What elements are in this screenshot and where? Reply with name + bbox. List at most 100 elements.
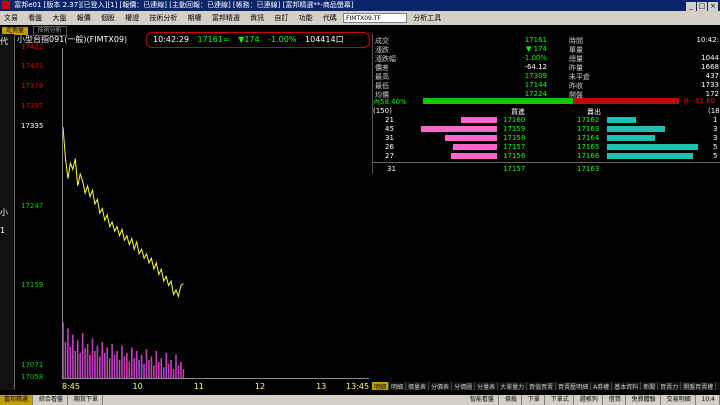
quote-left-value: -1.00% (522, 54, 547, 62)
volume-bar (72, 334, 74, 378)
maximize-icon[interactable]: □ (697, 2, 707, 11)
status-tab-futures-order[interactable]: 期貨下單 (70, 395, 103, 405)
volume-bar (64, 342, 67, 378)
quote-bottom-tab[interactable]: 買賣壓明細 (556, 382, 592, 390)
menu-item-featured[interactable]: 富邦精選 (208, 11, 244, 25)
y-tick-label: 17357 (21, 101, 44, 110)
quote-change: ▼174 (238, 35, 260, 44)
quote-bottom-tab[interactable]: A券權 (591, 382, 613, 390)
status-trial[interactable]: 免費體驗 (628, 395, 661, 405)
status-tab-featured[interactable]: 富邦精選 (0, 395, 34, 405)
volume-bar (157, 361, 160, 378)
quote-bottom-tab[interactable]: 分量表 (475, 382, 499, 390)
x-tick-label: 10 (132, 382, 143, 391)
ask-qty: 3 (713, 134, 718, 142)
menu-item-watch[interactable]: 看盤 (24, 11, 46, 25)
left-strip: 代 小 1 (0, 34, 15, 390)
minimize-icon[interactable]: _ (686, 2, 696, 11)
status-account[interactable]: 證帳列 (576, 395, 603, 405)
volume-bar (153, 365, 155, 378)
quote-bottom-tab[interactable]: 買值買賣 (527, 382, 557, 390)
status-order-type[interactable]: 下單式 (547, 395, 574, 405)
volume-bar (111, 343, 113, 378)
bid-price[interactable]: 17157 (503, 143, 525, 151)
status-trade-detail[interactable]: 交易明細 (663, 395, 696, 405)
volume-bar (106, 347, 109, 378)
menu-item-futures[interactable]: 期權 (184, 11, 206, 25)
volume-bar (89, 354, 91, 378)
quote-bottom-tab[interactable]: 明細 (372, 382, 390, 390)
volume-bar (155, 351, 158, 378)
menu-item-stock[interactable]: 個股 (97, 11, 119, 25)
x-tick-label: 12 (254, 382, 266, 391)
quote-bottom-tab[interactable]: 買賣力 (658, 382, 682, 390)
volume-bar (67, 328, 69, 378)
ask-qty: 5 (713, 143, 718, 151)
window-title: 富邦e01 [版本 2.37][已登入][1] [報價：已連線] [主動回報：已… (14, 1, 354, 9)
order-book-divider (373, 162, 720, 163)
menu-item-warrant[interactable]: 權證 (121, 11, 143, 25)
ask-price[interactable]: 17165 (577, 143, 599, 151)
menu-item-market[interactable]: 大盤 (48, 11, 70, 25)
ask-qty: 5 (713, 152, 718, 160)
quote-time: 10:42:29 (153, 35, 189, 44)
bid-price[interactable]: 17158 (503, 134, 525, 142)
status-smart[interactable]: 智能看盤 (466, 395, 500, 405)
volume-bar (160, 358, 163, 378)
price-plot[interactable] (62, 48, 369, 379)
status-order[interactable]: 下單 (524, 395, 545, 405)
quote-bottom-tab[interactable]: 基本資料 (612, 382, 642, 390)
quote-bottom-tab[interactable]: 明細 (389, 382, 407, 390)
quote-left-value: -64.12 (524, 63, 547, 71)
volume-bar (177, 365, 180, 378)
menu-item-function[interactable]: 功能 (295, 11, 317, 25)
ask-price[interactable]: 17166 (577, 152, 599, 160)
ask-price[interactable]: 17164 (577, 134, 599, 142)
volume-bar (133, 358, 136, 378)
menu-item-info[interactable]: 資訊 (246, 11, 268, 25)
volume-bar (145, 349, 148, 378)
outer-ratio-value: 41.60 (695, 97, 716, 105)
volume-bar (123, 356, 126, 378)
quote-left-value: 17144 (524, 81, 547, 89)
volume-bar (101, 342, 104, 378)
y-tick-label: 17379 (21, 81, 44, 90)
volume-bar (84, 348, 86, 378)
last-bid-qty: 31 (387, 165, 396, 173)
y-tick-label: 17247 (21, 201, 44, 210)
bid-price[interactable]: 17156 (503, 152, 525, 160)
quote-bottom-tab[interactable]: 分價圖 (452, 382, 476, 390)
quote-volume: 104414 (305, 35, 336, 44)
quote-pct: -1.00% (268, 35, 297, 44)
quote-bottom-tab[interactable]: 分價表 (429, 382, 453, 390)
status-tab-overview[interactable]: 綜合看盤 (35, 395, 68, 405)
x-tick-label: 13:45 (346, 382, 370, 391)
bid-price[interactable]: 17159 (503, 125, 525, 133)
quote-bottom-tab[interactable]: 新聞 (641, 382, 659, 390)
quote-bottom-tab[interactable]: 大單量力 (498, 382, 528, 390)
status-kill[interactable]: 條殺 (501, 395, 522, 405)
quote-left-value: 17161 (524, 36, 547, 44)
ask-qty: 3 (713, 125, 718, 133)
menu-item-quote[interactable]: 報價 (73, 11, 95, 25)
ask-price[interactable]: 17162 (577, 116, 599, 124)
analysis-tool-button[interactable]: 分析工具 (409, 11, 445, 25)
menu-item-technical[interactable]: 技術分析 (145, 11, 181, 25)
volume-bar (86, 343, 89, 378)
symbol-input[interactable]: FIMTX09.TF (343, 13, 408, 23)
last-bid-price: 17157 (503, 165, 526, 173)
ask-price[interactable]: 17163 (577, 125, 599, 133)
volume-bar (94, 351, 96, 378)
quote-bottom-tab[interactable]: 開盤買賣權 (681, 382, 717, 390)
status-loan[interactable]: 借貸 (605, 395, 626, 405)
menu-item-custom[interactable]: 自訂 (270, 11, 292, 25)
menu-item-trade[interactable]: 文易 (0, 11, 22, 25)
bid-price[interactable]: 17160 (503, 116, 525, 124)
close-icon[interactable]: × (708, 2, 718, 11)
x-tick-label: 11 (193, 382, 204, 391)
volume-bar (108, 358, 111, 378)
ask-qty-bar (607, 135, 655, 141)
volume-bar (148, 360, 150, 378)
quote-bottom-tab[interactable]: 價量表 (406, 382, 430, 390)
volume-bar (79, 352, 81, 378)
